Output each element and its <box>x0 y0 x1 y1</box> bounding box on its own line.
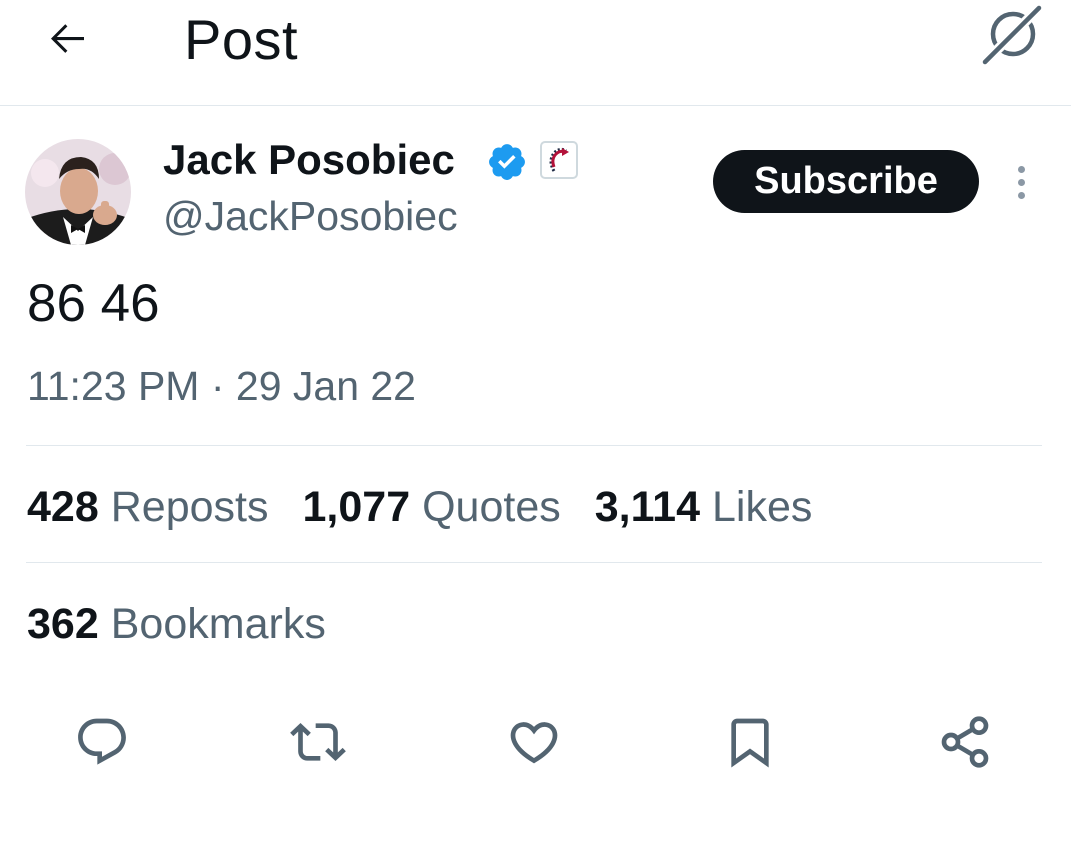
likes-stat[interactable]: 3,114 Likes <box>595 481 813 533</box>
bookmarks-stat[interactable]: 362 Bookmarks <box>27 598 326 650</box>
bookmarks-label: Bookmarks <box>110 600 326 648</box>
like-button[interactable] <box>504 712 564 772</box>
post-text: 86 46 <box>27 274 160 333</box>
quotes-label: Quotes <box>422 483 561 531</box>
heart-icon <box>510 722 558 764</box>
quotes-count: 1,077 <box>302 483 411 531</box>
repost-button[interactable] <box>288 712 348 772</box>
bookmark-button[interactable] <box>720 712 780 772</box>
reposts-label: Reposts <box>110 483 269 531</box>
header-divider <box>0 105 1071 106</box>
affiliate-badge-icon[interactable] <box>540 141 578 179</box>
reposts-stat[interactable]: 428 Reposts <box>27 481 269 533</box>
quotes-stat[interactable]: 1,077 Quotes <box>303 481 561 533</box>
more-options-button[interactable] <box>1004 158 1038 206</box>
back-button[interactable] <box>40 10 96 66</box>
reposts-count: 428 <box>27 483 99 531</box>
verified-badge-icon <box>486 141 528 183</box>
grok-icon <box>981 4 1043 66</box>
bookmarks-count: 362 <box>27 600 99 648</box>
divider <box>26 562 1042 563</box>
reply-button[interactable] <box>72 712 132 772</box>
author-handle[interactable]: @JackPosobiec <box>163 192 458 240</box>
bookmark-icon <box>731 718 769 768</box>
divider <box>26 445 1042 446</box>
author-name[interactable]: Jack Posobiec <box>163 136 455 184</box>
share-button[interactable] <box>935 712 995 772</box>
more-dot-icon <box>1017 191 1025 199</box>
post-date[interactable]: 29 Jan 22 <box>236 360 416 412</box>
engagement-stats: 428 Reposts 1,077 Quotes 3,114 Likes <box>27 481 812 533</box>
subscribe-button[interactable]: Subscribe <box>713 150 979 213</box>
reply-icon <box>78 718 126 765</box>
meta-separator: · <box>199 363 236 409</box>
share-icon <box>941 716 989 768</box>
post-timestamp: 11:23 PM · 29 Jan 22 <box>27 360 416 412</box>
arrow-left-icon <box>51 24 84 53</box>
page-title: Post <box>184 8 299 71</box>
post-time[interactable]: 11:23 PM <box>27 360 199 412</box>
repost-icon <box>290 723 346 761</box>
more-dot-icon <box>1017 165 1025 173</box>
more-dot-icon <box>1017 178 1025 186</box>
avatar[interactable] <box>25 139 131 245</box>
likes-label: Likes <box>711 483 813 531</box>
avatar-image <box>25 139 131 245</box>
grok-button[interactable] <box>976 4 1046 66</box>
likes-count: 3,114 <box>594 483 700 531</box>
